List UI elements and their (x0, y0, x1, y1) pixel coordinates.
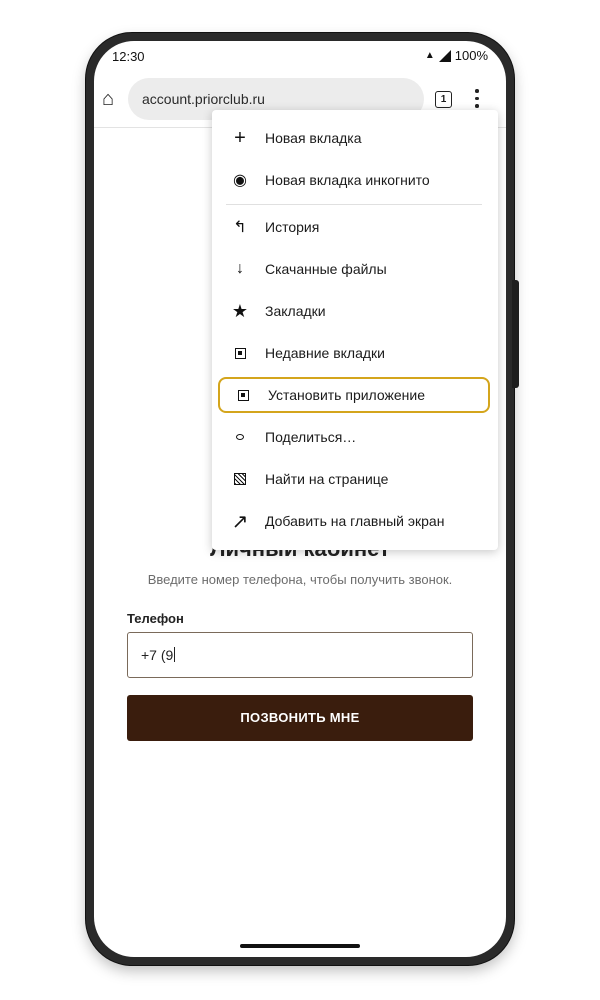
incognito-icon: ◉ (233, 172, 247, 189)
menu-item-downloads[interactable]: ↓ Скачанные файлы (212, 248, 498, 290)
menu-item-label: Новая вкладка (265, 130, 362, 146)
phone-input[interactable] (127, 632, 473, 678)
plus-icon: + (234, 126, 246, 149)
tab-switcher-icon[interactable]: 1 (435, 91, 452, 108)
menu-item-label: Найти на странице (265, 471, 389, 487)
menu-item-label: Поделиться… (265, 429, 357, 445)
history-icon: ↰ (233, 219, 247, 236)
menu-item-label: Установить приложение (268, 387, 426, 403)
status-icons: ▲ 100% (425, 48, 488, 63)
screen: 12:30 ▲ 100% ⌂ account.priorclub.ru 1 Ли… (94, 41, 506, 957)
menu-item-label: Скачанные файлы (265, 261, 387, 277)
home-icon[interactable]: ⌂ (102, 88, 114, 111)
signal-icon (438, 49, 451, 62)
home-indicator[interactable] (240, 944, 360, 948)
menu-item-new-tab[interactable]: + Новая вкладка (212, 117, 498, 159)
menu-item-recent-tabs[interactable]: Недавние вкладки (212, 332, 498, 374)
url-text[interactable]: account.priorclub.ru (142, 91, 265, 107)
menu-item-find[interactable]: Найти на странице (212, 458, 498, 500)
menu-item-label: Новая вкладка инкогнито (265, 172, 430, 188)
menu-item-install-app[interactable]: Установить приложение (212, 374, 498, 416)
download-icon: ↓ (236, 260, 244, 277)
overflow-menu: + Новая вкладка ◉ Новая вкладка инкогнит… (212, 110, 498, 550)
call-me-button[interactable]: ПОЗВОНИТЬ МНЕ (127, 695, 473, 741)
share-icon (226, 416, 254, 458)
battery-level: 100% (454, 48, 488, 63)
menu-item-label: История (265, 219, 320, 235)
star-icon: ★ (231, 300, 249, 321)
find-in-page-icon (226, 458, 254, 500)
wifi-icon: ▲ (424, 50, 435, 61)
menu-item-bookmarks[interactable]: ★ Закладки (212, 290, 498, 332)
menu-item-label: Добавить на главный экран (265, 513, 445, 529)
menu-item-add-to-home[interactable]: ↗ Добавить на главный экран (212, 500, 498, 542)
phone-input-value[interactable]: +7 (9 (141, 647, 176, 663)
menu-item-incognito[interactable]: ◉ Новая вкладка инкогнито (212, 159, 498, 201)
phone-side-button (512, 280, 519, 388)
add-to-home-icon: ↗ (231, 510, 249, 533)
menu-item-label: Закладки (265, 303, 326, 319)
menu-item-label: Недавние вкладки (265, 345, 385, 361)
status-time: 12:30 (112, 49, 145, 64)
page-subtitle: Введите номер телефона, чтобы получить з… (147, 572, 453, 587)
menu-item-history[interactable]: ↰ История (212, 206, 498, 248)
menu-divider (226, 204, 482, 205)
phone-label: Телефон (127, 611, 184, 626)
install-app-icon (229, 374, 257, 416)
menu-item-share[interactable]: Поделиться… (212, 416, 498, 458)
text-cursor (174, 647, 176, 662)
recent-tabs-icon (226, 332, 254, 374)
more-menu-icon[interactable] (475, 89, 479, 112)
